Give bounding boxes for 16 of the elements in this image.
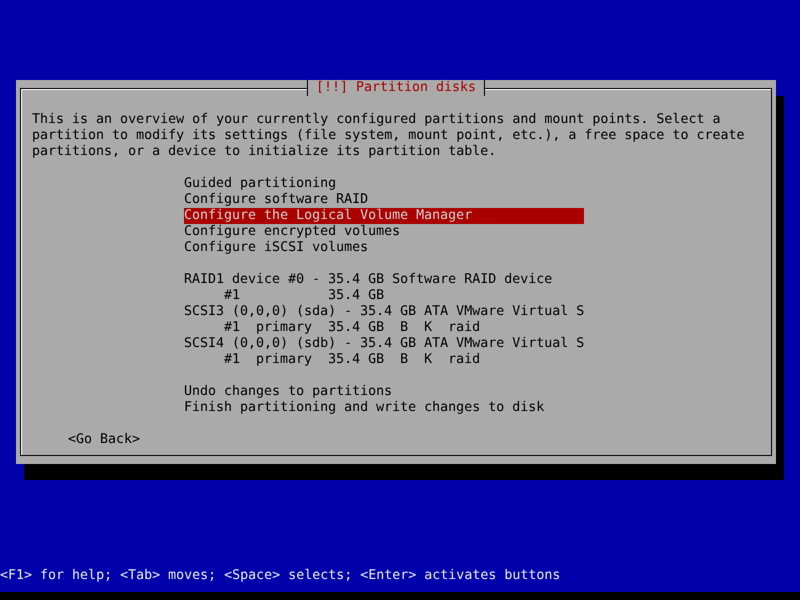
menu-item[interactable]: Configure software RAID — [184, 192, 584, 208]
dialog-title: [!!] Partition disks — [306, 80, 486, 96]
menu-item[interactable]: #1 primary 35.4 GB B K raid — [224, 352, 584, 368]
menu-item[interactable]: RAID1 device #0 - 35.4 GB Software RAID device — [184, 272, 584, 288]
menu-item[interactable]: #1 primary 35.4 GB B K raid — [224, 320, 584, 336]
menu-item[interactable]: Configure encrypted volumes — [184, 224, 584, 240]
menu-item[interactable]: SCSI3 (0,0,0) (sda) - 35.4 GB ATA VMware Virtual S — [184, 304, 584, 320]
menu-item[interactable]: Configure iSCSI volumes — [184, 240, 584, 256]
go-back-button[interactable]: <Go Back> — [68, 432, 140, 448]
menu-item[interactable]: SCSI4 (0,0,0) (sdb) - 35.4 GB ATA VMware Virtual S — [184, 336, 584, 352]
menu-item[interactable]: Guided partitioning — [184, 176, 584, 192]
menu-item[interactable]: #1 35.4 GB — [224, 288, 584, 304]
menu-item[interactable]: Configure the Logical Volume Manager — [184, 208, 584, 224]
description-text: This is an overview of your currently configured partitions and mount points. Select a partition to modify its settings (file system, mount point, etc.), a free space to create partitions, or a device to initialize its partition table. — [32, 112, 746, 160]
menu-item[interactable]: Finish partitioning and write changes to disk — [184, 400, 584, 416]
menu-item[interactable]: Undo changes to partitions — [184, 384, 584, 400]
